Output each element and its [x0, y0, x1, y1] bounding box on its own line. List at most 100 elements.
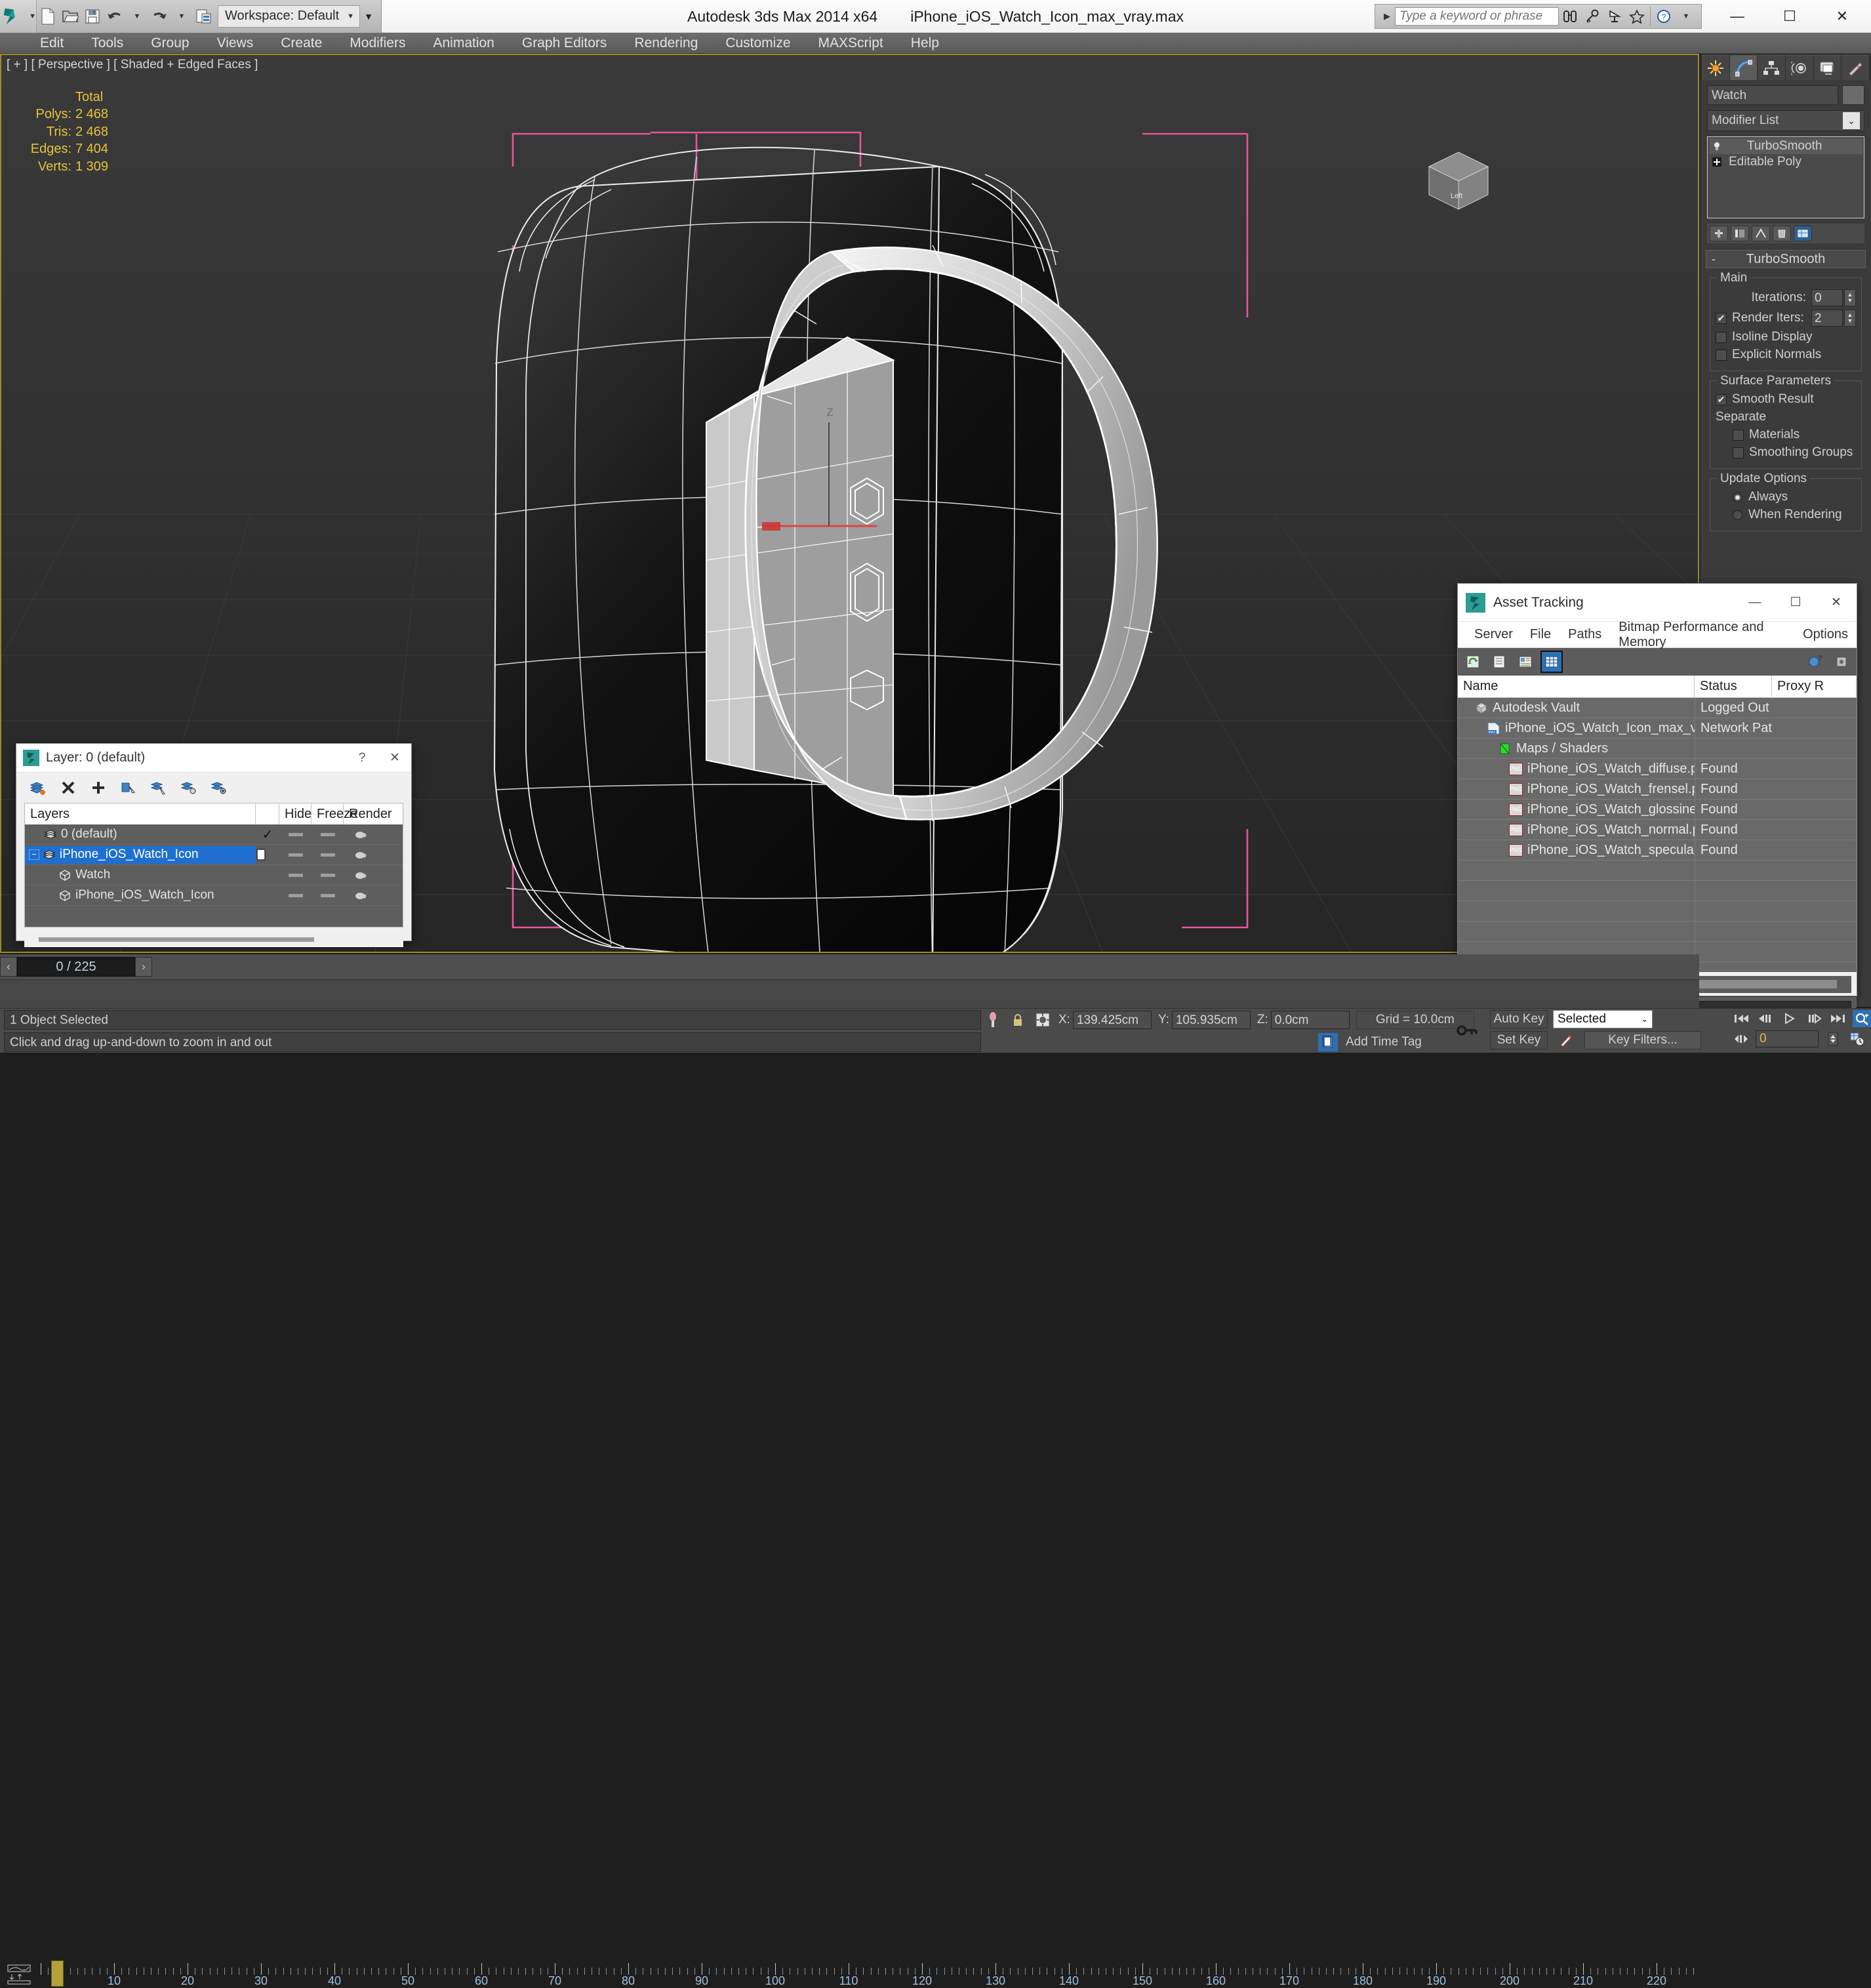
- asset-col-status[interactable]: Status: [1695, 676, 1772, 697]
- vault-login-icon[interactable]: ?: [1805, 652, 1825, 672]
- communication-center-icon[interactable]: [1603, 7, 1626, 26]
- menu-item-graph-editors[interactable]: Graph Editors: [508, 33, 621, 54]
- layer-render-toggle[interactable]: [344, 849, 378, 860]
- asset-col-name[interactable]: Name: [1458, 676, 1695, 697]
- asset-row[interactable]: PNG iPhone_iOS_Watch_specular.png Found: [1458, 840, 1857, 861]
- save-file-button[interactable]: [81, 3, 104, 30]
- open-mini-curve-editor-icon[interactable]: [7, 1964, 31, 1985]
- explicit-normals-checkbox[interactable]: [1716, 349, 1727, 361]
- grid-view-icon[interactable]: [1540, 651, 1563, 673]
- create-new-layer-icon[interactable]: [28, 778, 48, 798]
- layer-col-render[interactable]: Render: [344, 803, 392, 824]
- tab-display[interactable]: [1813, 55, 1841, 80]
- viewport-label[interactable]: [ + ] [ Perspective ] [ Shaded + Edged F…: [7, 58, 258, 72]
- infocenter-expand-icon[interactable]: ▶: [1379, 11, 1395, 22]
- time-configuration-button[interactable]: [1847, 1030, 1867, 1047]
- play-animation-button[interactable]: [1780, 1010, 1800, 1027]
- auto-key-button[interactable]: Auto Key: [1490, 1010, 1548, 1028]
- current-frame-display[interactable]: 0 / 225: [17, 957, 135, 977]
- coord-x-value[interactable]: 139.425cm: [1072, 1011, 1152, 1029]
- coord-x[interactable]: X: 139.425cm: [1058, 1011, 1152, 1029]
- when-rendering-row[interactable]: When Rendering: [1733, 508, 1856, 522]
- always-radio[interactable]: [1733, 492, 1742, 502]
- menu-item-edit[interactable]: Edit: [26, 33, 77, 54]
- layer-settings-icon[interactable]: [209, 778, 229, 798]
- isoline-display-row[interactable]: Isoline Display: [1716, 330, 1856, 344]
- window-minimize-button[interactable]: —: [1711, 0, 1763, 33]
- pin-stack-button[interactable]: [1710, 226, 1728, 241]
- select-objects-in-layer-icon[interactable]: [119, 778, 138, 798]
- project-folder-button[interactable]: [193, 3, 215, 30]
- expand-plus-icon[interactable]: [1712, 157, 1723, 167]
- asset-maximize-button[interactable]: ☐: [1775, 584, 1816, 622]
- asset-menu-options[interactable]: Options: [1794, 627, 1857, 642]
- layer-list[interactable]: Layers Hide Freeze Render 0 (default) ✓ …: [24, 803, 403, 927]
- layer-help-button[interactable]: ?: [346, 744, 378, 773]
- menu-item-help[interactable]: Help: [897, 33, 953, 54]
- asset-col-proxy[interactable]: Proxy R: [1772, 676, 1857, 697]
- key-mode-toggle-icon[interactable]: [1455, 1010, 1479, 1051]
- coord-z[interactable]: Z: 0.0cm: [1257, 1011, 1350, 1029]
- smooth-result-checkbox[interactable]: ✔: [1716, 394, 1727, 405]
- asset-row[interactable]: MAX iPhone_iOS_Watch_Icon_max_vray.max N…: [1458, 718, 1857, 739]
- add-time-tag-area[interactable]: Add Time Tag: [1318, 1032, 1422, 1052]
- layer-close-button[interactable]: ✕: [378, 744, 411, 773]
- coord-y-value[interactable]: 105.935cm: [1171, 1011, 1251, 1029]
- layer-row-object-watch[interactable]: Watch: [25, 865, 403, 885]
- asset-menu-server[interactable]: Server: [1466, 627, 1521, 642]
- coord-z-value[interactable]: 0.0cm: [1270, 1011, 1350, 1029]
- iterations-value[interactable]: 0: [1811, 289, 1843, 306]
- asset-row[interactable]: Maps / Shaders: [1458, 738, 1857, 759]
- layer-render-toggle[interactable]: [344, 870, 378, 880]
- asset-minimize-button[interactable]: —: [1735, 584, 1775, 622]
- layer-freeze-toggle[interactable]: [312, 832, 344, 836]
- menu-item-customize[interactable]: Customize: [712, 33, 804, 54]
- isolate-selection-icon[interactable]: [984, 1011, 1002, 1028]
- asset-tracking-dialog[interactable]: Asset Tracking — ☐ ✕ Server File Paths B…: [1457, 583, 1857, 1026]
- next-frame-button[interactable]: [1804, 1010, 1824, 1027]
- layer-col-layers[interactable]: Layers: [25, 803, 256, 824]
- layer-col-hide[interactable]: Hide: [279, 803, 312, 824]
- time-slider-handle[interactable]: [51, 1960, 64, 1987]
- layer-hide-toggle[interactable]: [279, 873, 312, 877]
- subscription-key-icon[interactable]: [1581, 7, 1603, 26]
- render-iters-spinner[interactable]: 2 ▲ ▼: [1811, 310, 1856, 327]
- smoothing-groups-checkbox[interactable]: [1733, 447, 1744, 458]
- redo-dropdown-icon[interactable]: ▼: [171, 3, 193, 30]
- undo-dropdown-icon[interactable]: ▼: [126, 3, 148, 30]
- frame-stepper[interactable]: [1823, 1030, 1843, 1047]
- when-rendering-radio[interactable]: [1733, 510, 1742, 520]
- layer-row-selected[interactable]: − iPhone_iOS_Watch_Icon: [25, 845, 403, 865]
- detail-view-icon[interactable]: [1516, 652, 1535, 672]
- explicit-normals-row[interactable]: Explicit Normals: [1716, 348, 1856, 362]
- help-dropdown-icon[interactable]: ▼: [1675, 7, 1697, 26]
- list-view-icon[interactable]: [1489, 652, 1509, 672]
- search-input[interactable]: [1395, 7, 1559, 26]
- menu-item-views[interactable]: Views: [203, 33, 268, 54]
- workspace-selector[interactable]: Workspace: Default ▼: [218, 5, 361, 28]
- turbosmooth-rollup-header[interactable]: - TurboSmooth: [1706, 250, 1866, 268]
- tab-motion[interactable]: [1786, 55, 1813, 80]
- asset-menu-file[interactable]: File: [1521, 627, 1559, 642]
- tab-modify[interactable]: [1729, 55, 1758, 80]
- coord-y[interactable]: Y: 105.935cm: [1158, 1011, 1251, 1029]
- search-binoculars-icon[interactable]: [1559, 7, 1581, 26]
- always-row[interactable]: Always: [1733, 490, 1856, 504]
- show-end-result-button[interactable]: [1731, 226, 1749, 241]
- menu-item-create[interactable]: Create: [267, 33, 336, 54]
- add-time-tag-label[interactable]: Add Time Tag: [1338, 1035, 1422, 1049]
- viewcube[interactable]: Left: [1416, 140, 1501, 219]
- menu-item-maxscript[interactable]: MAXScript: [805, 33, 897, 54]
- open-file-button[interactable]: [59, 3, 81, 30]
- asset-row[interactable]: PNG iPhone_iOS_Watch_diffuse.png Found: [1458, 758, 1857, 779]
- render-iters-checkbox[interactable]: ✔: [1716, 312, 1727, 324]
- add-selection-icon[interactable]: [89, 778, 108, 798]
- layer-freeze-toggle[interactable]: [312, 853, 344, 857]
- vault-settings-icon[interactable]: [1832, 652, 1851, 672]
- layer-expander-icon[interactable]: −: [29, 849, 39, 860]
- layer-hide-toggle[interactable]: [279, 853, 312, 857]
- asset-close-button[interactable]: ✕: [1816, 584, 1857, 622]
- undo-button[interactable]: [104, 3, 126, 30]
- asset-menu-paths[interactable]: Paths: [1559, 627, 1610, 642]
- key-mode-toggle-button[interactable]: [1731, 1030, 1751, 1047]
